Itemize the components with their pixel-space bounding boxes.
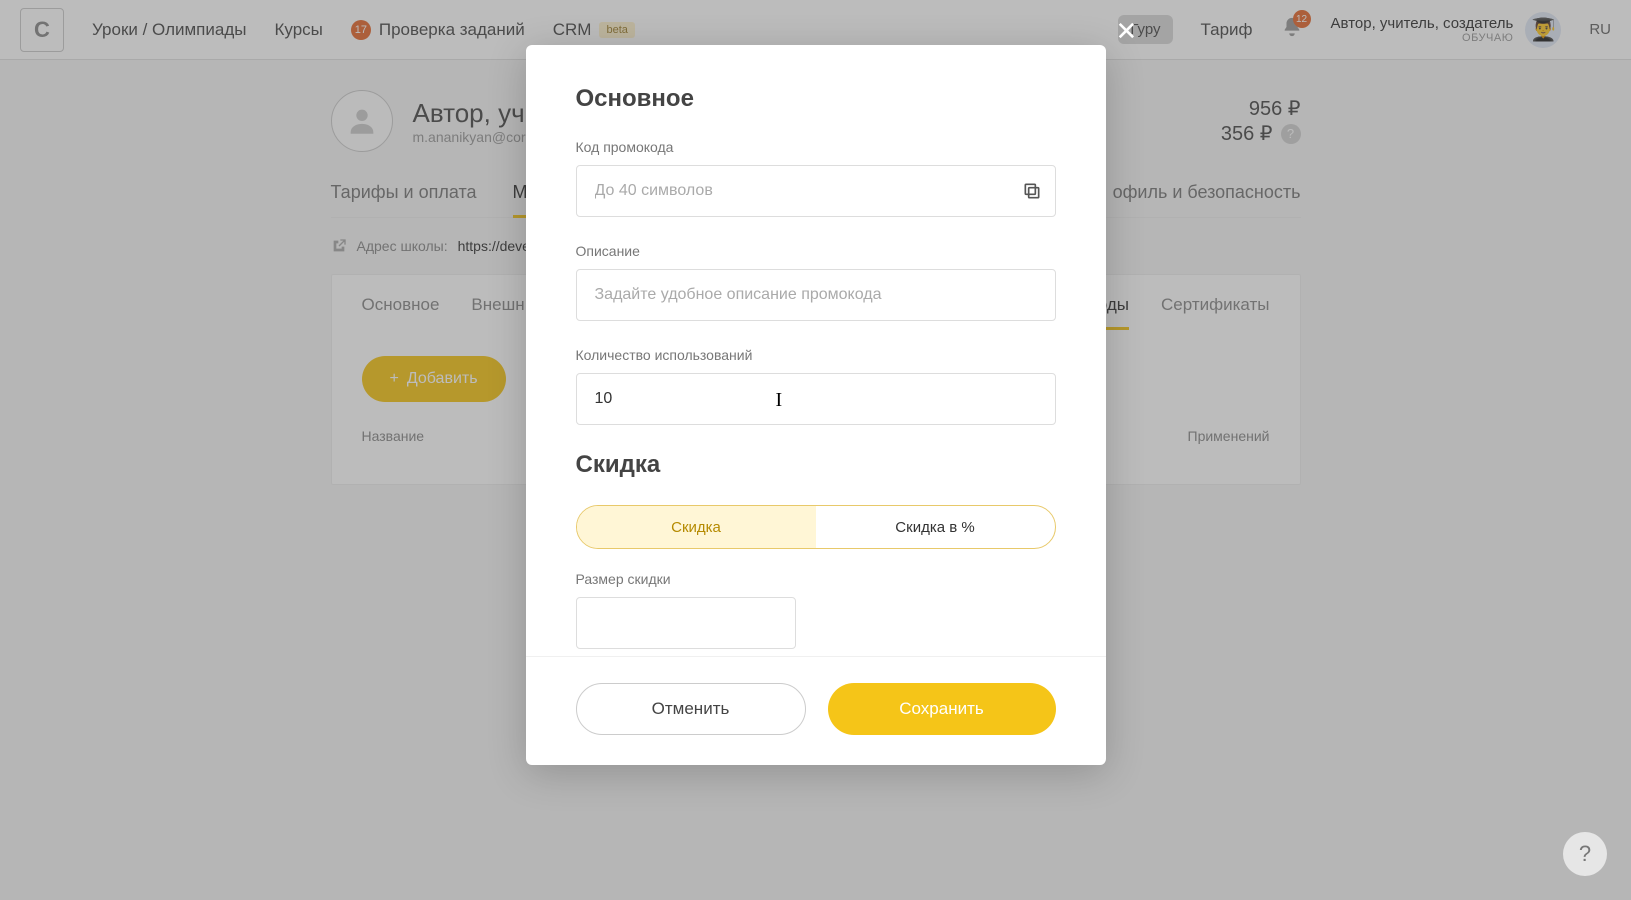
promo-code-input[interactable] bbox=[576, 165, 1056, 217]
promo-code-label: Код промокода bbox=[576, 139, 1056, 155]
discount-type-segment: Скидка Скидка в % bbox=[576, 505, 1056, 549]
description-input[interactable] bbox=[576, 269, 1056, 321]
save-button[interactable]: Сохранить bbox=[828, 683, 1056, 735]
copy-icon[interactable] bbox=[1022, 181, 1042, 201]
discount-size-label: Размер скидки bbox=[576, 571, 1056, 587]
uses-input[interactable] bbox=[576, 373, 1056, 425]
uses-label: Количество использований bbox=[576, 347, 1056, 363]
modal-overlay[interactable]: ✕ Основное Код промокода Описание Количе… bbox=[0, 0, 1631, 900]
help-fab[interactable]: ? bbox=[1563, 832, 1607, 876]
description-label: Описание bbox=[576, 243, 1056, 259]
discount-size-input[interactable] bbox=[576, 597, 796, 649]
modal-footer: Отменить Сохранить bbox=[526, 656, 1106, 765]
promo-modal: Основное Код промокода Описание Количест… bbox=[526, 45, 1106, 765]
section-main-title: Основное bbox=[576, 85, 1056, 113]
segment-discount-pct[interactable]: Скидка в % bbox=[816, 506, 1055, 548]
question-icon: ? bbox=[1579, 841, 1591, 867]
cancel-button[interactable]: Отменить bbox=[576, 683, 806, 735]
segment-discount[interactable]: Скидка bbox=[577, 506, 816, 548]
close-icon[interactable]: ✕ bbox=[1116, 16, 1138, 47]
section-discount-title: Скидка bbox=[576, 451, 1056, 479]
